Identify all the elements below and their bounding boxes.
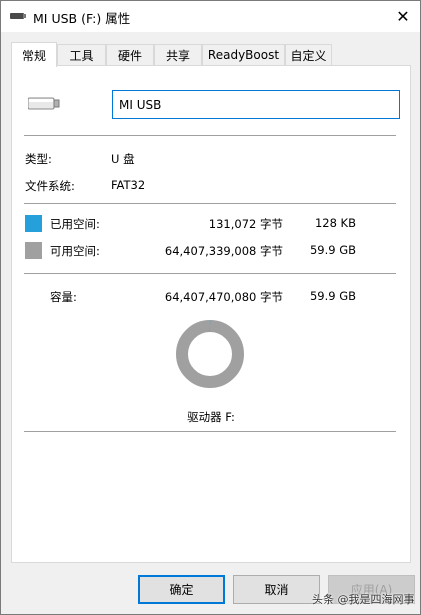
free-space-bytes: 64,407,339,008 字节 — [164, 244, 283, 258]
usb-drive-icon — [10, 13, 26, 19]
divider — [24, 431, 396, 432]
title-bar[interactable]: MI USB (F:) 属性 ✕ — [1, 1, 420, 32]
free-space-size: 59.9 GB — [309, 243, 356, 257]
used-space-size: 128 KB — [314, 216, 356, 230]
divider — [24, 273, 396, 274]
capacity-size: 59.9 GB — [309, 289, 356, 303]
divider — [24, 203, 396, 204]
close-button[interactable]: ✕ — [386, 1, 420, 31]
filesystem-label: 文件系统: — [25, 179, 75, 193]
drive-name-input[interactable] — [112, 90, 400, 119]
tab-tools[interactable]: 工具 — [57, 44, 106, 65]
type-value: U 盘 — [111, 152, 135, 166]
watermark: 头条 @我是四海网事 — [312, 593, 415, 606]
type-label: 类型: — [25, 152, 52, 166]
usage-donut-chart — [176, 320, 244, 388]
ok-button[interactable]: 确定 — [138, 575, 225, 604]
usb-drive-icon — [28, 97, 60, 110]
capacity-bytes: 64,407,470,080 字节 — [164, 290, 283, 304]
free-space-ring — [176, 320, 244, 388]
tab-customize[interactable]: 自定义 — [285, 44, 332, 65]
used-space-bytes: 131,072 字节 — [208, 217, 283, 231]
cancel-button[interactable]: 取消 — [233, 575, 320, 604]
window-title: MI USB (F:) 属性 — [33, 11, 131, 26]
divider — [24, 135, 396, 136]
used-space-swatch — [25, 215, 42, 232]
tab-hardware[interactable]: 硬件 — [106, 44, 154, 65]
used-space-label: 已用空间: — [50, 217, 100, 231]
tab-readyboost[interactable]: ReadyBoost — [202, 44, 285, 65]
close-icon: ✕ — [396, 6, 410, 26]
free-space-swatch — [25, 242, 42, 259]
filesystem-value: FAT32 — [111, 178, 146, 192]
drive-label: 驱动器 F: — [187, 410, 235, 424]
tab-general[interactable]: 常规 — [11, 42, 57, 67]
capacity-label: 容量: — [50, 290, 77, 304]
general-panel: 类型: U 盘 文件系统: FAT32 已用空间: 131,072 字节 128… — [11, 65, 411, 563]
tab-sharing[interactable]: 共享 — [154, 44, 202, 65]
free-space-label: 可用空间: — [50, 244, 100, 258]
properties-window: MI USB (F:) 属性 ✕ 常规 工具 硬件 共享 ReadyBoost … — [0, 0, 421, 615]
